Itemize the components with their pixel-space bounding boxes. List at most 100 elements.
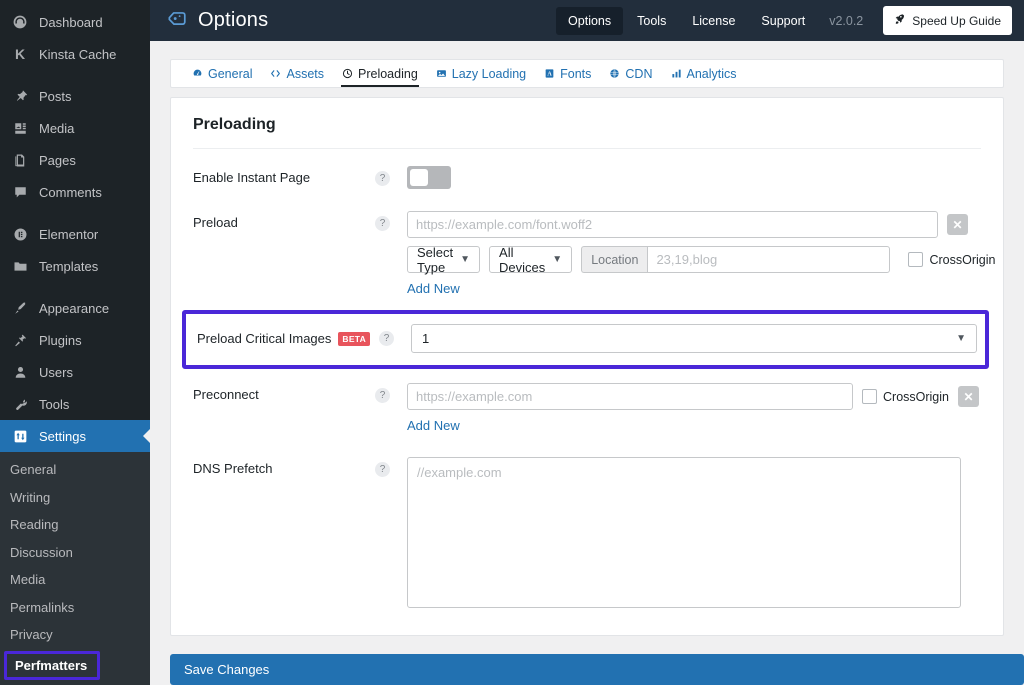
preconnect-crossorigin-wrap[interactable]: CrossOrigin	[862, 389, 949, 404]
help-icon[interactable]: ?	[375, 462, 390, 477]
sidebar-item-tools[interactable]: Tools	[0, 388, 150, 420]
tab-general[interactable]: General	[183, 60, 261, 87]
row-field	[407, 166, 981, 189]
sidebar-item-settings[interactable]: Settings	[0, 420, 150, 452]
chevron-down-icon: ▼	[956, 333, 966, 344]
submenu-item-perfmatters[interactable]: Perfmatters	[4, 651, 100, 681]
instant-page-toggle[interactable]	[407, 166, 451, 189]
tab-lazy-loading[interactable]: Lazy Loading	[427, 60, 535, 87]
sidebar-item-users[interactable]: Users	[0, 356, 150, 388]
panel-bottom-spacer	[171, 613, 1003, 635]
save-changes-button[interactable]: Save Changes	[170, 654, 1024, 685]
sidebar-item-media[interactable]: Media	[0, 112, 150, 144]
tab-label: Assets	[286, 67, 324, 81]
critical-images-select[interactable]: 1 ▼	[411, 324, 977, 353]
tab-analytics[interactable]: Analytics	[662, 60, 746, 87]
header-nav: Options Tools License Support v2.0.2 Spe…	[556, 6, 1012, 35]
preconnect-remove-button[interactable]: ✕	[958, 386, 979, 407]
kinsta-k-icon: K	[10, 47, 30, 61]
image-icon	[436, 68, 447, 79]
tab-label: Fonts	[560, 67, 591, 81]
tab-label: Preloading	[358, 67, 418, 81]
preloading-panel: Preloading Enable Instant Page ? Preload	[170, 97, 1004, 636]
sidebar-item-label: Pages	[39, 154, 76, 167]
bar-chart-icon	[671, 68, 682, 79]
preload-location-group: Location	[581, 246, 890, 273]
preload-remove-button[interactable]: ✕	[947, 214, 968, 235]
preconnect-crossorigin-checkbox[interactable]	[862, 389, 877, 404]
dns-prefetch-textarea[interactable]	[407, 457, 961, 608]
tab-label: CDN	[625, 67, 652, 81]
sidebar-item-label: Settings	[39, 430, 86, 443]
sidebar-item-comments[interactable]: Comments	[0, 176, 150, 208]
wp-admin-sidebar: Dashboard K Kinsta Cache Posts Media	[0, 0, 150, 685]
preconnect-crossorigin-label: CrossOrigin	[883, 390, 949, 404]
chevron-down-icon: ▼	[460, 254, 470, 265]
submenu-item-writing[interactable]: Writing	[0, 484, 150, 512]
preload-device-select[interactable]: All Devices ▼	[489, 246, 572, 273]
preload-crossorigin-label: CrossOrigin	[929, 253, 995, 267]
speedometer-icon	[192, 68, 203, 79]
wrench-icon	[10, 397, 30, 412]
preconnect-url-input[interactable]	[407, 383, 853, 410]
preload-crossorigin-checkbox[interactable]	[908, 252, 923, 267]
sidebar-item-elementor[interactable]: Elementor	[0, 218, 150, 250]
settings-tab-bar: General Assets Preloading Lazy Loading	[170, 59, 1004, 88]
media-icon	[10, 121, 30, 136]
submenu-item-media[interactable]: Media	[0, 566, 150, 594]
tab-label: General	[208, 67, 252, 81]
submenu-item-permalinks[interactable]: Permalinks	[0, 594, 150, 622]
sidebar-item-templates[interactable]: Templates	[0, 250, 150, 282]
sidebar-item-dashboard[interactable]: Dashboard	[0, 6, 150, 38]
sidebar-item-label: Comments	[39, 186, 102, 199]
location-addon-label: Location	[581, 246, 647, 273]
sidebar-item-pages[interactable]: Pages	[0, 144, 150, 176]
tab-fonts[interactable]: A Fonts	[535, 60, 600, 87]
preload-crossorigin-wrap[interactable]: CrossOrigin	[908, 252, 995, 267]
submenu-item-reading[interactable]: Reading	[0, 511, 150, 539]
tab-assets[interactable]: Assets	[261, 60, 333, 87]
sidebar-item-kinsta-cache[interactable]: K Kinsta Cache	[0, 38, 150, 70]
tab-preloading[interactable]: Preloading	[333, 60, 427, 87]
sidebar-separator	[0, 208, 150, 218]
help-icon[interactable]: ?	[375, 216, 390, 231]
preload-url-input[interactable]	[407, 211, 938, 238]
submenu-item-privacy[interactable]: Privacy	[0, 621, 150, 649]
main-content: Options Options Tools License Support v2…	[150, 0, 1024, 685]
sidebar-item-plugins[interactable]: Plugins	[0, 324, 150, 356]
row-label: Preconnect	[193, 383, 375, 402]
header-nav-license[interactable]: License	[680, 7, 747, 35]
help-icon[interactable]: ?	[375, 171, 390, 186]
submenu-item-general[interactable]: General	[0, 456, 150, 484]
preload-location-input[interactable]	[647, 246, 890, 273]
header-nav-options[interactable]: Options	[556, 7, 623, 35]
preconnect-add-new-link[interactable]: Add New	[407, 418, 460, 433]
tab-cdn[interactable]: CDN	[600, 60, 661, 87]
sidebar-item-label: Plugins	[39, 334, 82, 347]
preload-type-select[interactable]: Select Type ▼	[407, 246, 480, 273]
sidebar-item-label: Posts	[39, 90, 72, 103]
critical-images-label: Preload Critical Images	[197, 331, 331, 346]
header-nav-support[interactable]: Support	[749, 7, 817, 35]
submenu-item-discussion[interactable]: Discussion	[0, 539, 150, 567]
speed-up-guide-button[interactable]: Speed Up Guide	[883, 6, 1012, 35]
row-label: Preload Critical Images BETA	[197, 331, 379, 346]
help-icon[interactable]: ?	[375, 388, 390, 403]
sidebar-item-appearance[interactable]: Appearance	[0, 292, 150, 324]
sidebar-item-label: Templates	[39, 260, 98, 273]
header-nav-tools[interactable]: Tools	[625, 7, 678, 35]
preload-add-new-link[interactable]: Add New	[407, 281, 460, 296]
sidebar-item-posts[interactable]: Posts	[0, 80, 150, 112]
sidebar-separator	[0, 70, 150, 80]
font-icon: A	[544, 68, 555, 79]
row-preconnect: Preconnect ? CrossOrigin ✕ Add New	[171, 369, 1003, 435]
sidebar-item-label: Kinsta Cache	[39, 48, 116, 61]
help-icon[interactable]: ?	[379, 331, 394, 346]
instant-page-label: Enable Instant Page	[193, 170, 310, 185]
row-label: Preload	[193, 211, 375, 230]
svg-text:A: A	[547, 72, 552, 78]
tab-label: Analytics	[687, 67, 737, 81]
chevron-down-icon: ▼	[552, 254, 562, 265]
folder-icon	[10, 259, 30, 274]
row-field: 1 ▼	[411, 324, 977, 353]
